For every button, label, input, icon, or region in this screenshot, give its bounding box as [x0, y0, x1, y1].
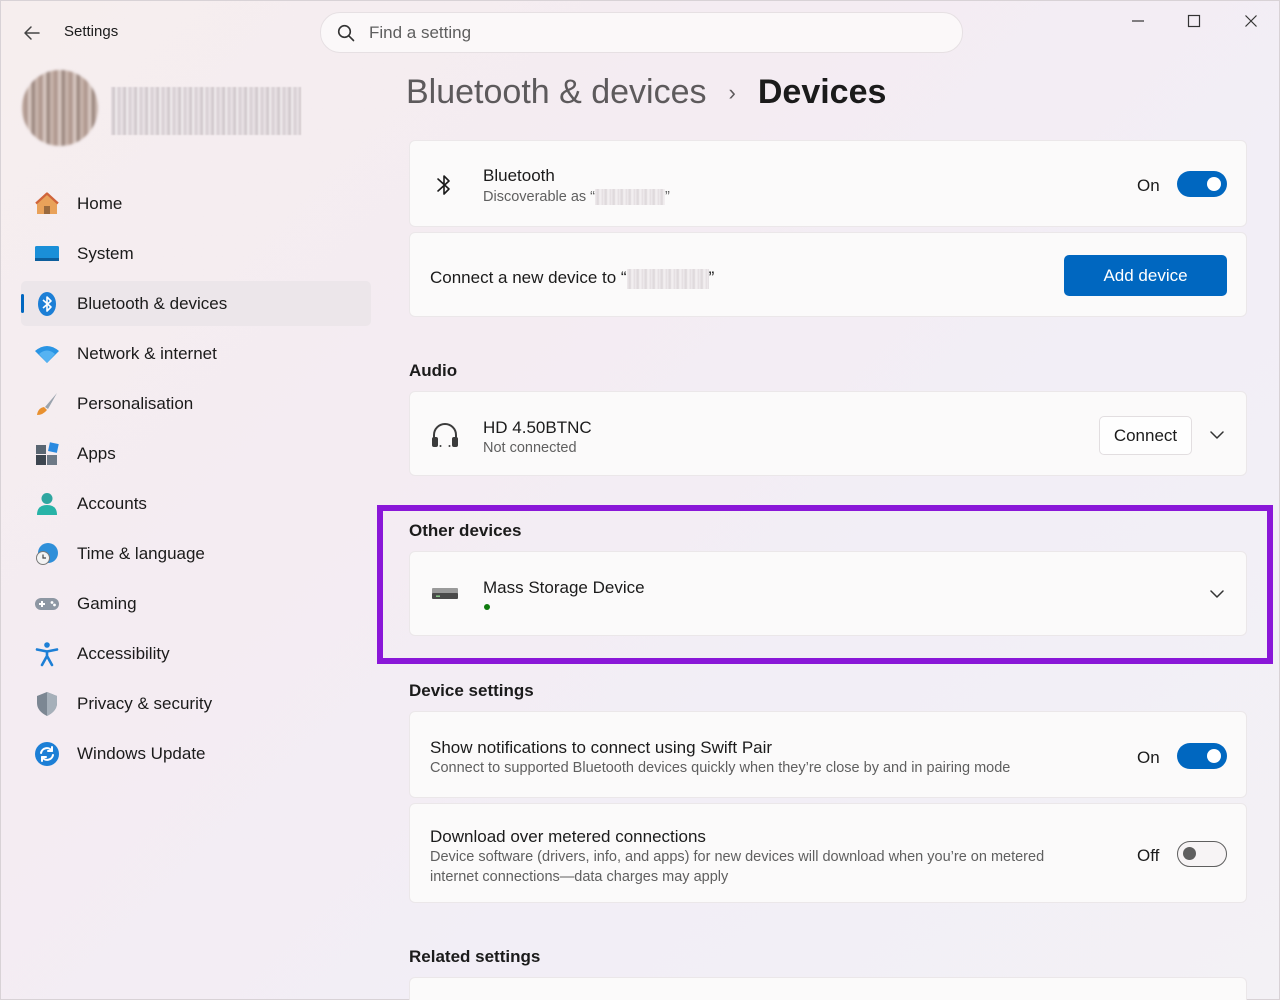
swift-pair-description: Connect to supported Bluetooth devices q… [430, 760, 1011, 776]
close-icon [1245, 15, 1257, 27]
update-icon [33, 740, 61, 768]
sidebar-item-label: Apps [77, 443, 116, 463]
arrow-left-icon [24, 26, 40, 40]
bluetooth-icon [33, 290, 61, 318]
metered-toggle[interactable] [1177, 841, 1227, 867]
device-name-redacted [595, 189, 666, 206]
sidebar-item-label: Privacy & security [77, 693, 213, 713]
breadcrumb-parent[interactable]: Bluetooth & devices [406, 73, 707, 112]
breadcrumb: Bluetooth & devices › Devices [406, 73, 886, 112]
sidebar-item-time-language[interactable]: Time & language [21, 531, 371, 576]
profile-name-redacted [111, 87, 301, 135]
expand-audio-device[interactable] [1205, 423, 1229, 447]
bluetooth-toggle[interactable] [1177, 171, 1227, 197]
chevron-down-icon [1210, 431, 1224, 439]
audio-section-title: Audio [409, 361, 458, 380]
highlight-annotation-box [377, 505, 1273, 664]
sidebar-item-bluetooth-devices[interactable]: Bluetooth & devices [21, 281, 371, 326]
maximize-icon [1187, 14, 1201, 28]
bluetooth-card: Bluetooth Discoverable as “ ” On [409, 140, 1247, 227]
metered-state-label: Off [1137, 846, 1160, 865]
sidebar-item-home[interactable]: Home [21, 181, 371, 226]
connect-button[interactable]: Connect [1099, 416, 1192, 455]
discoverable-suffix: ” [665, 189, 670, 205]
audio-device-card[interactable]: HD 4.50BTNC Not connected Connect [409, 391, 1247, 476]
swift-pair-title: Show notifications to connect using Swif… [430, 738, 773, 757]
audio-device-status: Not connected [483, 440, 577, 456]
connect-text-prefix: Connect a new device to “ [430, 268, 627, 287]
sidebar-item-personalisation[interactable]: Personalisation [21, 381, 371, 426]
clock-globe-icon [33, 540, 61, 568]
sidebar-item-privacy-security[interactable]: Privacy & security [21, 681, 371, 726]
app-title: Settings [64, 23, 119, 40]
search-icon [337, 24, 355, 41]
avatar[interactable] [22, 70, 98, 146]
metered-title: Download over metered connections [430, 827, 706, 846]
sidebar-item-label: System [77, 243, 134, 263]
sidebar-item-gaming[interactable]: Gaming [21, 581, 371, 626]
swift-pair-state-label: On [1137, 748, 1160, 767]
sidebar-item-system[interactable]: System [21, 231, 371, 276]
headphones-icon [432, 423, 458, 447]
system-icon [33, 240, 61, 268]
sidebar-item-label: Accessibility [77, 643, 170, 663]
minimize-button[interactable] [1113, 9, 1163, 33]
search-box[interactable] [320, 12, 963, 53]
metered-connections-card: Download over metered connections Device… [409, 803, 1247, 903]
close-button[interactable] [1226, 9, 1276, 33]
gamepad-icon [33, 590, 61, 618]
brush-icon [33, 390, 61, 418]
accessibility-icon [33, 640, 61, 668]
bluetooth-icon [437, 175, 450, 195]
sidebar-item-apps[interactable]: Apps [21, 431, 371, 476]
connect-new-device-text: Connect a new device to “ ” [430, 268, 714, 289]
discoverable-prefix: Discoverable as “ [483, 189, 596, 205]
connect-new-device-card: Connect a new device to “ ” Add device [409, 232, 1247, 317]
metered-description-line2: internet connections—data charges may ap… [430, 869, 729, 885]
connect-text-suffix: ” [708, 268, 715, 287]
sidebar-item-label: Accounts [77, 493, 147, 513]
page-title: Devices [757, 73, 887, 111]
audio-device-name: HD 4.50BTNC [483, 418, 592, 437]
sidebar-item-label: Bluetooth & devices [77, 293, 228, 313]
metered-description-line1: Device software (drivers, info, and apps… [430, 849, 1045, 865]
search-input[interactable] [369, 22, 929, 43]
sidebar-item-accounts[interactable]: Accounts [21, 481, 371, 526]
sidebar-item-windows-update[interactable]: Windows Update [21, 731, 371, 776]
related-settings-card[interactable] [409, 977, 1247, 1000]
shield-icon [33, 690, 61, 718]
back-button[interactable] [19, 21, 45, 45]
sidebar-item-label: Gaming [77, 593, 137, 613]
sidebar-item-label: Network & internet [77, 343, 217, 363]
accounts-icon [33, 490, 61, 518]
apps-icon [33, 440, 61, 468]
sidebar-item-label: Windows Update [77, 743, 206, 763]
bluetooth-title: Bluetooth [483, 166, 555, 185]
minimize-icon [1132, 20, 1144, 22]
pc-name-redacted [626, 268, 709, 289]
sidebar-item-network[interactable]: Network & internet [21, 331, 371, 376]
sidebar-nav: Home System Bluetooth & devices Network … [21, 181, 371, 781]
bluetooth-discoverable: Discoverable as “ ” [483, 189, 670, 206]
swift-pair-toggle[interactable] [1177, 743, 1227, 769]
add-device-button[interactable]: Add device [1064, 255, 1227, 296]
settings-window: Settings Home [0, 0, 1280, 1000]
sidebar-item-label: Home [77, 193, 123, 213]
swift-pair-card: Show notifications to connect using Swif… [409, 711, 1247, 798]
home-icon [33, 190, 61, 218]
related-settings-section-title: Related settings [409, 947, 541, 966]
device-settings-section-title: Device settings [409, 681, 534, 700]
maximize-button[interactable] [1169, 9, 1219, 33]
wifi-icon [33, 340, 61, 368]
sidebar-item-label: Personalisation [77, 393, 194, 413]
sidebar-item-label: Time & language [77, 543, 205, 563]
sidebar-item-accessibility[interactable]: Accessibility [21, 631, 371, 676]
breadcrumb-separator: › [728, 79, 736, 105]
bluetooth-state-label: On [1137, 176, 1160, 195]
